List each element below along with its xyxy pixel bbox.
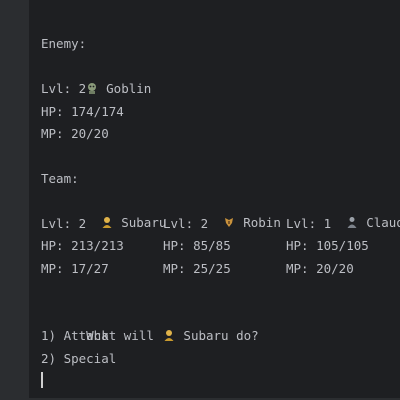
subaru-mp: MP: 17/27	[41, 261, 109, 276]
team-level-row: Lvl: 2 Lvl: 2 Lvl: 1	[41, 213, 400, 235]
enemy-mp: MP: 20/20	[41, 126, 109, 141]
team-hp-row: HP: 213/213 HP: 85/85 HP: 105/105	[41, 235, 400, 257]
text-cursor[interactable]	[41, 372, 43, 388]
enemy-name-line: Goblin	[41, 56, 151, 96]
enemy-level: Lvl: 2	[41, 81, 87, 96]
option-special: 2) Special	[41, 351, 117, 366]
subaru-level: Lvl: 2	[41, 216, 87, 231]
option-attack: 1) Attack	[41, 328, 109, 343]
robin-mp: MP: 25/25	[163, 261, 231, 276]
team-header: Team:	[41, 171, 79, 186]
robin-hp: HP: 85/85	[163, 238, 231, 253]
claude-hp: HP: 105/105	[286, 238, 369, 253]
goblin-icon	[88, 83, 97, 94]
enemy-hp: HP: 174/174	[41, 104, 124, 119]
prompt-character-name: Subaru	[183, 328, 229, 343]
subaru-hp: HP: 213/213	[41, 238, 124, 253]
editor-gutter	[0, 0, 29, 400]
action-prompt: What will Subaru do?	[41, 303, 259, 343]
robin-level: Lvl: 2	[163, 216, 209, 231]
enemy-header: Enemy:	[41, 36, 87, 51]
ide-window: Enemy: Goblin Lvl: 2 HP: 174/174 MP: 20/…	[0, 0, 400, 400]
terminal-output[interactable]: Enemy: Goblin Lvl: 2 HP: 174/174 MP: 20/…	[29, 0, 400, 400]
hero-icon	[164, 330, 174, 341]
prompt-suffix: do?	[236, 328, 259, 343]
claude-level: Lvl: 1	[286, 216, 332, 231]
team-names-row: Subaru Robin Claude	[41, 190, 400, 230]
claude-mp: MP: 20/20	[286, 261, 354, 276]
team-mp-row: MP: 17/27 MP: 25/25 MP: 20/20	[41, 258, 400, 280]
enemy-name: Goblin	[106, 81, 152, 96]
